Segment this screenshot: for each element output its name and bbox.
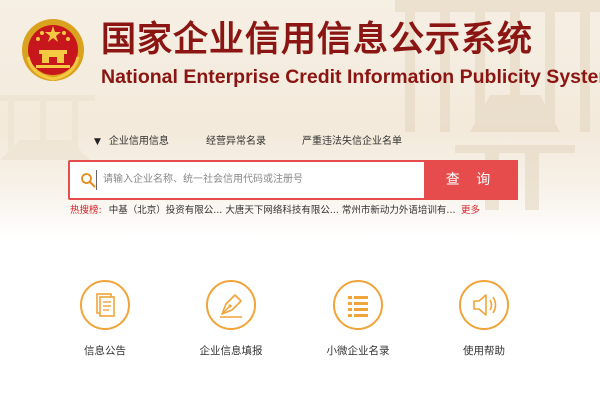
search-bar: 查 询	[68, 160, 518, 200]
feature-icon-circle	[333, 280, 383, 330]
site-subtitle: National Enterprise Credit Information P…	[101, 66, 600, 88]
search-field-wrapper	[70, 162, 425, 198]
hot-search-item[interactable]: 大唐天下网络科技有限公...	[225, 205, 339, 216]
feature-shortcuts: 信息公告 企业信息填报 小微企业名录 使用帮助	[0, 280, 600, 370]
document-icon	[96, 293, 115, 317]
list-icon	[348, 296, 368, 317]
tab-label: 严重违法失信企业名单	[302, 136, 402, 147]
tab-label: 经营异常名录	[206, 136, 266, 147]
hot-search-label: 热搜榜:	[70, 205, 102, 216]
tab-enterprise-credit-info[interactable]: ▼ 企业信用信息	[94, 132, 169, 152]
search-button[interactable]: 查 询	[424, 160, 518, 200]
hot-search-item[interactable]: 中基（北京）投资有限公...	[109, 205, 223, 216]
hero-banner: 国家企业信用信息公示系统 National Enterprise Credit …	[0, 0, 600, 238]
pen-nib-icon	[220, 294, 242, 318]
feature-usage-help[interactable]: 使用帮助	[430, 280, 540, 370]
search-category-tabs: ▼ 企业信用信息 经营异常名录 严重违法失信企业名单	[0, 132, 600, 152]
more-link[interactable]: 更多	[461, 204, 480, 218]
feature-enterprise-info-filing[interactable]: 企业信息填报	[177, 280, 287, 370]
feature-label: 小微企业名录	[326, 345, 390, 357]
search-icon	[81, 173, 96, 188]
tab-label: 企业信用信息	[108, 136, 169, 147]
hot-search-row: 热搜榜: 中基（北京）投资有限公... 大唐天下网络科技有限公... 常州市新动…	[70, 204, 490, 218]
tab-abnormal-operation-list[interactable]: 经营异常名录	[206, 132, 266, 152]
site-title: 国家企业信用信息公示系统	[101, 20, 534, 60]
national-emblem-icon	[22, 19, 84, 81]
search-input[interactable]	[96, 170, 425, 190]
feature-label: 使用帮助	[463, 345, 505, 357]
feature-small-micro-enterprise-list[interactable]: 小微企业名录	[304, 280, 414, 370]
feature-label: 信息公告	[84, 345, 126, 357]
feature-label: 企业信息填报	[199, 345, 263, 357]
hot-search-item[interactable]: 常州市新动力外语培训有...	[342, 205, 456, 216]
feature-icon-circle	[459, 280, 509, 330]
feature-info-announcement[interactable]: 信息公告	[51, 280, 161, 370]
tab-serious-violation-list[interactable]: 严重违法失信企业名单	[302, 132, 402, 152]
feature-icon-circle	[206, 280, 256, 330]
selected-arrow-icon: ▼	[94, 137, 101, 147]
speaker-icon	[473, 294, 497, 316]
feature-icon-circle	[80, 280, 130, 330]
